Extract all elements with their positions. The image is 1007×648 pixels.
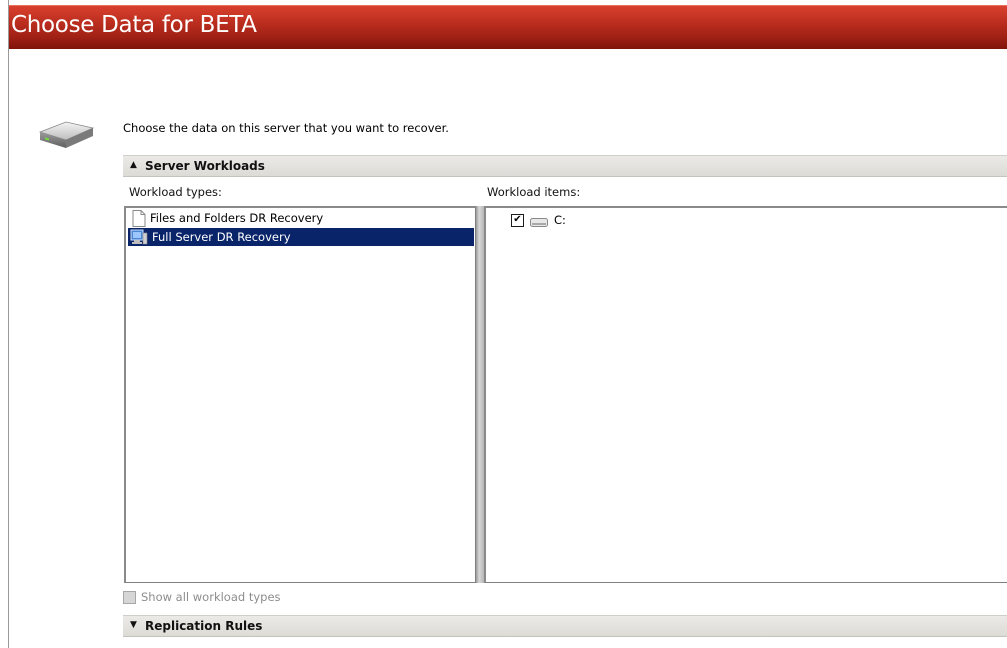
pane-splitter[interactable] (476, 206, 484, 583)
hard-drive-icon (38, 121, 95, 148)
workload-items-tree[interactable]: ✔ C: (484, 206, 1007, 583)
replication-rules-header[interactable]: ▼ Replication Rules (123, 615, 1007, 637)
server-workloads-label: Server Workloads (145, 159, 265, 173)
tree-item-c-drive[interactable]: ✔ C: (511, 213, 566, 227)
expand-arrow-icon: ▼ (130, 620, 137, 630)
replication-rules-label: Replication Rules (145, 619, 263, 633)
workload-items-label: Workload items: (487, 185, 581, 199)
server-workloads-header[interactable]: ▲ Server Workloads (123, 155, 1007, 177)
drive-icon (530, 217, 548, 227)
window-left-border (8, 0, 9, 648)
tree-item-label: C: (554, 213, 566, 227)
show-all-workload-types[interactable]: Show all workload types (123, 590, 281, 604)
c-drive-checkbox[interactable]: ✔ (511, 213, 524, 227)
list-item-full-server[interactable]: Full Server DR Recovery (128, 228, 474, 246)
list-item-label: Full Server DR Recovery (152, 230, 291, 244)
instruction-text: Choose the data on this server that you … (123, 121, 449, 135)
list-item-label: Files and Folders DR Recovery (150, 211, 324, 225)
page-title: Choose Data for BETA (11, 12, 257, 38)
workload-types-label: Workload types: (129, 185, 222, 199)
workload-types-list[interactable]: Files and Folders DR Recovery Full Serve… (124, 206, 476, 583)
server-icon (130, 229, 148, 245)
show-all-label: Show all workload types (141, 590, 281, 604)
collapse-arrow-icon: ▲ (130, 160, 137, 170)
list-item-files-and-folders[interactable]: Files and Folders DR Recovery (128, 209, 474, 227)
document-icon (132, 209, 146, 227)
show-all-checkbox[interactable] (123, 590, 136, 604)
title-bar: Choose Data for BETA (9, 5, 1007, 49)
